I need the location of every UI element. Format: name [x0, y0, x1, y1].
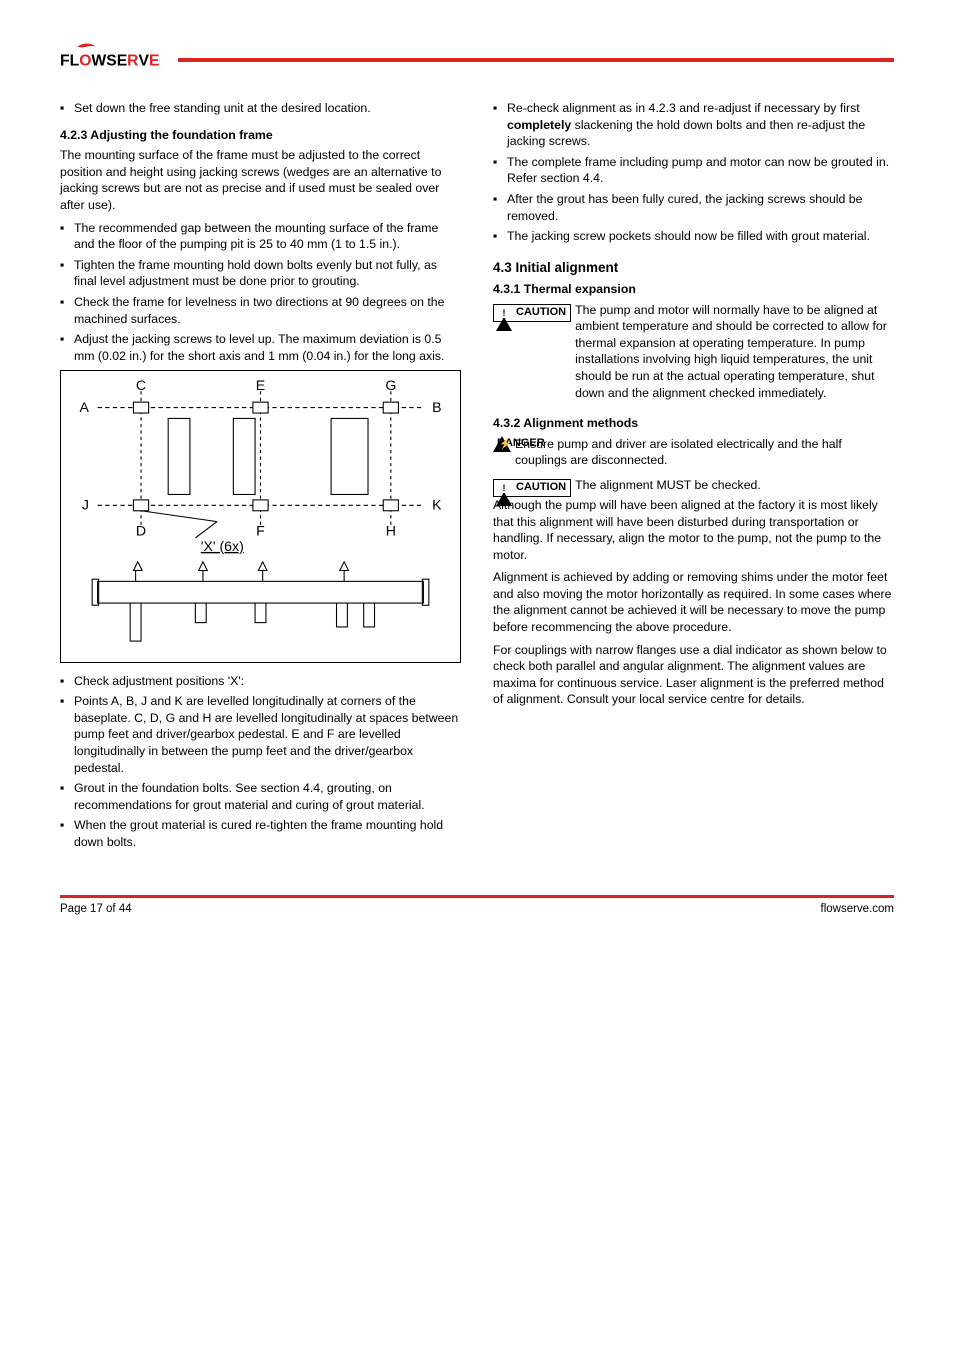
svg-text:F: F: [256, 523, 265, 539]
svg-text:J: J: [82, 497, 89, 513]
body-text: Ensure pump and driver are isolated elec…: [515, 436, 894, 469]
footer-url: flowserve.com: [821, 902, 895, 918]
list-item: ▪ Set down the free standing unit at the…: [60, 100, 461, 117]
body-text: The recommended gap between the mounting…: [74, 220, 461, 253]
body-text: The pump and motor will normally have to…: [575, 302, 894, 402]
lightning-icon: ⚡: [499, 438, 511, 452]
body-text: The alignment MUST be checked.: [575, 477, 894, 494]
list-item: ▪The jacking screw pockets should now be…: [493, 228, 894, 245]
page-footer: Page 17 of 44 flowserve.com: [60, 895, 894, 918]
list-item: ▪Check adjustment positions 'X':: [60, 673, 461, 690]
body-text: Grout in the foundation bolts. See secti…: [74, 780, 461, 813]
svg-text:'X' (6x): 'X' (6x): [201, 538, 244, 554]
flowserve-logo: FLOWSERVE: [60, 40, 170, 80]
svg-text:D: D: [136, 523, 146, 539]
list-item: ▪Adjust the jacking screws to level up. …: [60, 331, 461, 364]
svg-text:E: E: [256, 378, 265, 394]
heading-4-3-1: 4.3.1 Thermal expansion: [493, 281, 894, 298]
page-number: Page 17 of 44: [60, 902, 132, 918]
heading-4-3-2: 4.3.2 Alignment methods: [493, 415, 894, 432]
list-item: ▪Grout in the foundation bolts. See sect…: [60, 780, 461, 813]
danger-badge: ⚡ DANGER: [493, 436, 511, 452]
body-text: Check the frame for levelness in two dir…: [74, 294, 461, 327]
list-item: ▪The recommended gap between the mountin…: [60, 220, 461, 253]
body-text: Points A, B, J and K are levelled longit…: [74, 693, 461, 776]
body-text: The mounting surface of the frame must b…: [60, 147, 461, 213]
body-text: Adjust the jacking screws to level up. T…: [74, 331, 461, 364]
heading-4-3: 4.3 Initial alignment: [493, 259, 894, 277]
caution-label: CAUTION: [516, 307, 566, 318]
list-item: ▪The complete frame including pump and m…: [493, 154, 894, 187]
svg-text:B: B: [432, 399, 441, 415]
header-rule: [178, 58, 894, 62]
svg-text:H: H: [386, 523, 396, 539]
warning-triangle-icon: !: [496, 481, 512, 495]
list-item: ▪ Re-check alignment as in 4.2.3 and re-…: [493, 100, 894, 150]
list-item: ▪After the grout has been fully cured, t…: [493, 191, 894, 224]
svg-text:FLOWSERVE: FLOWSERVE: [60, 53, 160, 70]
svg-text:C: C: [136, 378, 146, 394]
body-text: Set down the free standing unit at the d…: [74, 100, 461, 117]
right-column: ▪ Re-check alignment as in 4.2.3 and re-…: [493, 100, 894, 855]
list-item: ▪Tighten the frame mounting hold down bo…: [60, 257, 461, 290]
foundation-frame-figure: A B C D E F G H J K 'X' (6x): [60, 370, 461, 662]
body-text: Tighten the frame mounting hold down bol…: [74, 257, 461, 290]
svg-text:G: G: [385, 378, 396, 394]
warning-triangle-icon: !: [496, 306, 512, 320]
page-header: FLOWSERVE: [60, 40, 894, 80]
caution-badge: ! CAUTION: [493, 479, 571, 497]
body-text: Re-check alignment as in 4.2.3 and re-ad…: [507, 100, 894, 150]
svg-text:A: A: [79, 399, 89, 415]
caution-label: CAUTION: [516, 482, 566, 493]
body-text: When the grout material is cured re-tigh…: [74, 817, 461, 850]
caution-badge: ! CAUTION: [493, 304, 571, 322]
body-text: For couplings with narrow flanges use a …: [493, 642, 894, 708]
heading-4-2-3: 4.2.3 Adjusting the foundation frame: [60, 127, 461, 144]
list-item: ▪When the grout material is cured re-tig…: [60, 817, 461, 850]
body-text: Although the pump will have been aligned…: [493, 497, 894, 563]
body-text: The jacking screw pockets should now be …: [507, 228, 894, 245]
body-text: The complete frame including pump and mo…: [507, 154, 894, 187]
list-item: ▪Points A, B, J and K are levelled longi…: [60, 693, 461, 776]
body-text: After the grout has been fully cured, th…: [507, 191, 894, 224]
svg-text:K: K: [432, 497, 442, 513]
left-column: ▪ Set down the free standing unit at the…: [60, 100, 461, 855]
body-text: Check adjustment positions 'X':: [74, 673, 461, 690]
body-text: Alignment is achieved by adding or remov…: [493, 569, 894, 635]
list-item: ▪Check the frame for levelness in two di…: [60, 294, 461, 327]
